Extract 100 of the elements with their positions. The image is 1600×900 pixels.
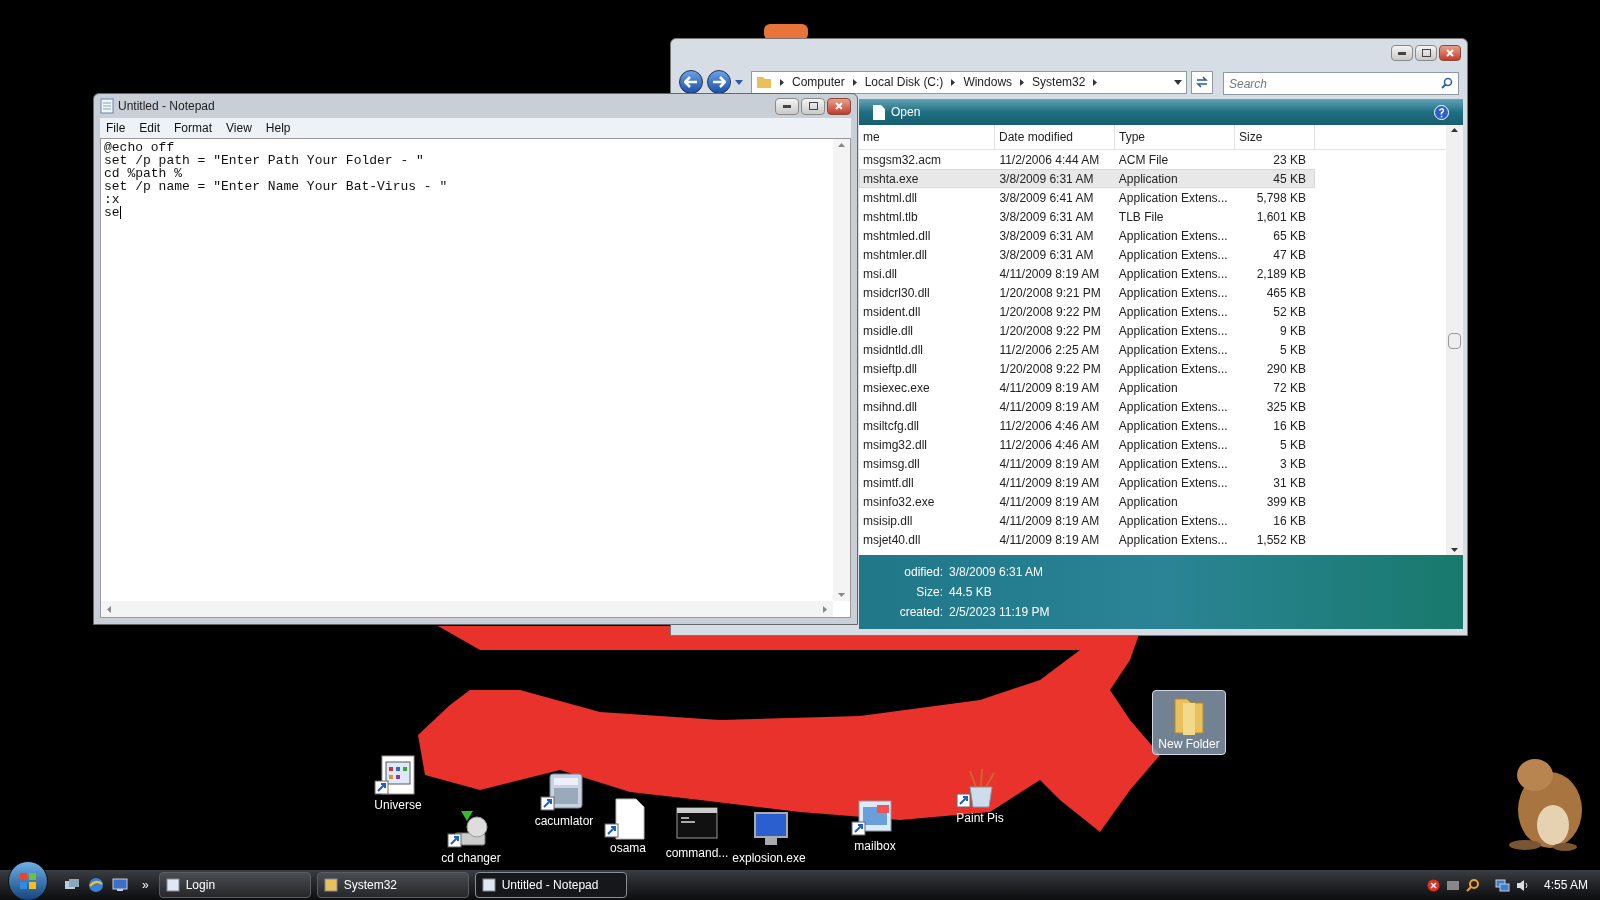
file-row[interactable]: msgsm32.acm 11/2/2006 4:44 AM ACM File 23 KB bbox=[859, 150, 1315, 169]
file-row[interactable]: msimtf.dll 4/11/2009 8:19 AM Application Extens... 31 KB bbox=[859, 473, 1315, 492]
file-size: 47 KB bbox=[1272, 246, 1307, 264]
refresh-button[interactable] bbox=[1191, 70, 1213, 94]
file-name: msidntld.dll bbox=[862, 341, 925, 359]
desktop-icon[interactable]: command... bbox=[664, 800, 730, 863]
file-row[interactable]: msiltcfg.dll 11/2/2006 4:46 AM Application Extens... 16 KB bbox=[859, 416, 1315, 435]
file-type: Application Extens... bbox=[1117, 474, 1229, 492]
breadcrumb-item[interactable]: Local Disk (C:) bbox=[864, 73, 944, 91]
desktop-icon[interactable]: New Folder bbox=[1152, 690, 1226, 755]
maximize-button[interactable] bbox=[1415, 45, 1437, 61]
taskbar-button[interactable]: System32 bbox=[316, 872, 469, 898]
file-row[interactable]: mshtml.dll 3/8/2009 6:41 AM Application Extens... 5,798 KB bbox=[859, 188, 1315, 207]
file-type: Application Extens... bbox=[1117, 417, 1229, 435]
maximize-button[interactable] bbox=[801, 97, 825, 115]
taskbar-button[interactable]: Login bbox=[158, 872, 311, 898]
file-row[interactable]: mshtmler.dll 3/8/2009 6:31 AM Application Extens... 47 KB bbox=[859, 245, 1315, 264]
breadcrumb-item[interactable]: Computer bbox=[792, 73, 845, 91]
file-row[interactable]: msjet40.dll 4/11/2009 8:19 AM Application Extens... 1,552 KB bbox=[859, 530, 1315, 549]
file-type: Application Extens... bbox=[1117, 360, 1229, 378]
file-date: 4/11/2009 8:19 AM bbox=[998, 493, 1101, 511]
file-name: msihnd.dll bbox=[862, 398, 919, 416]
file-size: 9 KB bbox=[1279, 322, 1307, 340]
scroll-down-icon bbox=[838, 593, 845, 597]
file-size: 1,552 KB bbox=[1255, 531, 1307, 549]
switch-windows-icon[interactable] bbox=[64, 878, 80, 892]
file-row[interactable]: mshtml.tlb 3/8/2009 6:31 AM TLB File 1,601 KB bbox=[859, 207, 1315, 226]
desktop-icon[interactable] bbox=[112, 878, 128, 892]
forward-button[interactable] bbox=[707, 70, 731, 94]
column-header[interactable]: Date modified bbox=[995, 125, 1115, 149]
back-button[interactable] bbox=[679, 70, 703, 94]
clock[interactable]: 4:55 AM bbox=[1543, 876, 1588, 894]
breadcrumb-item[interactable]: Windows bbox=[963, 73, 1013, 91]
file-type: Application Extens... bbox=[1117, 227, 1229, 245]
file-type: Application Extens... bbox=[1117, 246, 1229, 264]
file-row[interactable]: msident.dll 1/20/2008 9:22 PM Application Extens... 52 KB bbox=[859, 302, 1315, 321]
file-size: 2,189 KB bbox=[1255, 265, 1307, 283]
file-row[interactable]: msisip.dll 4/11/2009 8:19 AM Application Extens... 16 KB bbox=[859, 511, 1315, 530]
taskbar-button[interactable]: Untitled - Notepad bbox=[474, 872, 627, 898]
scrollbar-thumb[interactable] bbox=[1448, 333, 1461, 349]
desktop-icon[interactable]: Universe bbox=[370, 752, 426, 815]
menu-item[interactable]: Format bbox=[174, 119, 213, 137]
icon-label: explosion.exe bbox=[732, 851, 806, 866]
menu-item[interactable]: Help bbox=[265, 119, 291, 137]
window-icon bbox=[481, 878, 496, 892]
start-button[interactable] bbox=[8, 861, 48, 900]
close-button[interactable] bbox=[827, 97, 851, 115]
file-type: Application bbox=[1117, 379, 1179, 397]
breadcrumb-item[interactable]: System32 bbox=[1032, 73, 1086, 91]
icon-label: mailbox bbox=[854, 839, 896, 854]
file-size: 5,798 KB bbox=[1255, 189, 1307, 207]
file-size: 16 KB bbox=[1272, 417, 1307, 435]
close-button[interactable] bbox=[1439, 45, 1461, 61]
menu-item[interactable]: View bbox=[226, 119, 252, 137]
window-title: Untitled - Notepad bbox=[118, 98, 215, 115]
vertical-scrollbar[interactable] bbox=[1446, 125, 1463, 555]
open-button[interactable]: Open bbox=[873, 103, 921, 121]
minimize-icon bbox=[1398, 51, 1406, 55]
file-type: Application Extens... bbox=[1117, 455, 1229, 473]
desktop-icon[interactable]: osama bbox=[598, 795, 658, 858]
desktop-icon[interactable]: cd changer bbox=[435, 805, 507, 868]
file-row[interactable]: mshtmled.dll 3/8/2009 6:31 AM Application Extens... 65 KB bbox=[859, 226, 1315, 245]
browser-icon[interactable] bbox=[88, 877, 104, 893]
file-row[interactable]: msihnd.dll 4/11/2009 8:19 AM Application Extens... 325 KB bbox=[859, 397, 1315, 416]
file-row[interactable]: msimsg.dll 4/11/2009 8:19 AM Application Extens... 3 KB bbox=[859, 454, 1315, 473]
column-header[interactable]: Size bbox=[1235, 125, 1315, 149]
file-row[interactable]: msidle.dll 1/20/2008 9:22 PM Application Extens... 9 KB bbox=[859, 321, 1315, 340]
file-row[interactable]: msieftp.dll 1/20/2008 9:22 PM Application Extens... 290 KB bbox=[859, 359, 1315, 378]
menu-item[interactable]: File bbox=[106, 119, 126, 137]
vertical-scrollbar[interactable] bbox=[833, 139, 850, 601]
desktop-icon[interactable]: explosion.exe bbox=[730, 805, 808, 868]
horizontal-scrollbar[interactable] bbox=[101, 601, 833, 617]
minimize-button[interactable] bbox=[1391, 45, 1413, 61]
file-row[interactable]: msidcrl30.dll 1/20/2008 9:21 PM Application Extens... 465 KB bbox=[859, 283, 1315, 302]
desktop-icon[interactable]: Paint Pis bbox=[946, 765, 1014, 828]
file-size: 3 KB bbox=[1279, 455, 1307, 473]
file-name: mshtmler.dll bbox=[862, 246, 928, 264]
file-row[interactable]: mshta.exe 3/8/2009 6:31 AM Application 45 KB bbox=[859, 169, 1315, 188]
file-row[interactable]: msiexec.exe 4/11/2009 8:19 AM Application 72 KB bbox=[859, 378, 1315, 397]
file-size: 23 KB bbox=[1272, 151, 1307, 169]
file-row[interactable]: msinfo32.exe 4/11/2009 8:19 AM Application 399 KB bbox=[859, 492, 1315, 511]
file-date: 3/8/2009 6:31 AM bbox=[998, 208, 1095, 226]
minimize-icon bbox=[783, 104, 791, 108]
desktop-icon[interactable]: cacumlator bbox=[530, 768, 598, 831]
file-type: Application Extens... bbox=[1117, 265, 1229, 283]
file-row[interactable]: msi.dll 4/11/2009 8:19 AM Application Extens... 2,189 KB bbox=[859, 264, 1315, 283]
minimize-button[interactable] bbox=[775, 97, 799, 115]
search-field[interactable]: Search bbox=[1223, 72, 1459, 95]
menu-item[interactable]: Edit bbox=[139, 119, 161, 137]
back-arrow-icon bbox=[684, 76, 698, 88]
overflow-chevron[interactable]: » bbox=[142, 876, 149, 894]
file-date: 4/11/2009 8:19 AM bbox=[998, 512, 1101, 530]
file-row[interactable]: msimg32.dll 11/2/2006 4:46 AM Application Extens... 5 KB bbox=[859, 435, 1315, 454]
file-row[interactable]: msidntld.dll 11/2/2006 2:25 AM Application Extens... 5 KB bbox=[859, 340, 1315, 359]
file-date: 4/11/2009 8:19 AM bbox=[998, 265, 1101, 283]
column-header[interactable]: me bbox=[859, 125, 995, 149]
address-bar[interactable]: Computer Local Disk (C:) Windows System32 bbox=[751, 70, 1187, 94]
chevron-icon bbox=[852, 78, 857, 86]
column-header[interactable]: Type bbox=[1115, 125, 1235, 149]
desktop-icon[interactable]: mailbox bbox=[845, 793, 905, 856]
